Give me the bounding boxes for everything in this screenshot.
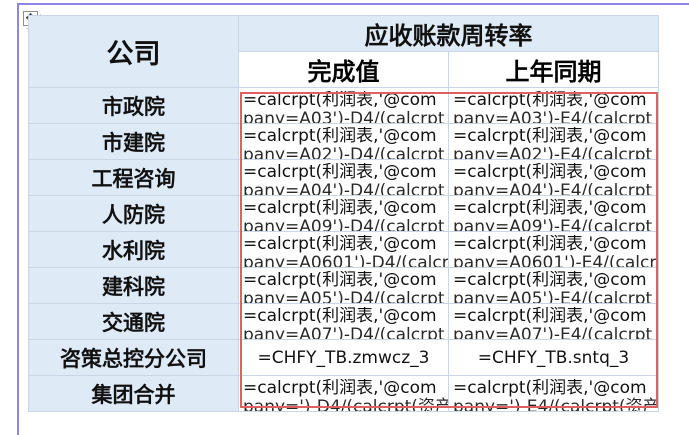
company-cell[interactable]: 咨策总控分公司 <box>28 339 239 376</box>
prior-formula-cell[interactable]: =calcrpt(利润表,'@com pany=A03')-E4/(calcrpt <box>448 87 659 124</box>
formula-line: pany=A04')-D4/(calcrpt <box>243 181 445 196</box>
formula-line: =calcrpt(利润表,'@com <box>453 199 647 218</box>
actual-formula-cell[interactable]: =calcrpt(利润表,'@com pany=A04')-D4/(calcrpt <box>238 159 449 196</box>
formula-line: =calcrpt(利润表,'@com <box>453 235 647 254</box>
formula-line: =calcrpt(利润表,'@com <box>453 307 647 326</box>
table-row: 工程咨询 =calcrpt(利润表,'@com pany=A04')-D4/(ca… <box>28 159 659 196</box>
table-row: 市政院 =calcrpt(利润表,'@com pany=A03')-D4/(cal… <box>28 87 659 124</box>
prior-formula-cell[interactable]: =calcrpt(利润表,'@com pany=A0601')-E4/(calcr… <box>448 231 659 268</box>
formula-line: pany=A05')-E4/(calcrpt <box>453 289 653 304</box>
actual-formula-cell[interactable]: =calcrpt(利润表,'@com pany=A02')-D4/(calcrpt <box>238 123 449 160</box>
table-row: 人防院 =calcrpt(利润表,'@com pany=A09')-D4/(cal… <box>28 195 659 232</box>
table-row: 咨策总控分公司 =CHFY_TB.zmwcz_3 =CHFY_TB.sntq_3 <box>28 339 659 376</box>
page-top-border <box>17 3 689 5</box>
formula-line: =calcrpt(利润表,'@com <box>243 199 437 218</box>
formula-line: pany=A0601')-D4/(calcrpt <box>243 253 448 268</box>
formula-line: pany=A03')-E4/(calcrpt <box>453 109 653 124</box>
formula-line: pany=A02')-D4/(calcrpt <box>243 145 445 160</box>
formula-line: pany=')-E4/(calcrpt(资产负 <box>453 397 658 412</box>
prior-formula-cell[interactable]: =calcrpt(利润表,'@com pany=A02')-E4/(calcrpt <box>448 123 659 160</box>
formula-line: =calcrpt(利润表,'@com <box>243 271 437 290</box>
formula-line: pany=A09')-D4/(calcrpt <box>243 217 445 232</box>
formula-line: pany=A07')-D4/(calcrpt <box>243 325 445 340</box>
table-row: 水利院 =calcrpt(利润表,'@com pany=A0601')-D4/(c… <box>28 231 659 268</box>
formula-line: =calcrpt(利润表,'@com <box>243 127 437 146</box>
prior-formula-cell[interactable]: =calcrpt(利润表,'@com pany=A04')-E4/(calcrpt <box>448 159 659 196</box>
company-cell[interactable]: 集团合并 <box>28 375 239 412</box>
actual-formula-cell[interactable]: =calcrpt(利润表,'@com pany=A0601')-D4/(calcr… <box>238 231 449 268</box>
company-cell[interactable]: 交通院 <box>28 303 239 340</box>
prior-year-header[interactable]: 上年同期 <box>448 51 659 88</box>
turnover-rate-header[interactable]: 应收账款周转率 <box>238 15 659 52</box>
formula-line: pany=A02')-E4/(calcrpt <box>453 145 653 160</box>
table-row: 集团合并 =calcrpt(利润表,'@com pany=')-D4/(calcr… <box>28 375 659 412</box>
actual-formula-cell[interactable]: =calcrpt(利润表,'@com pany=A05')-D4/(calcrpt <box>238 267 449 304</box>
company-header[interactable]: 公司 <box>28 15 239 88</box>
formula-line: pany=A09')-E4/(calcrpt <box>453 217 653 232</box>
actual-formula-cell[interactable]: =calcrpt(利润表,'@com pany=A07')-D4/(calcrpt <box>238 303 449 340</box>
formula-line: =calcrpt(利润表,'@com <box>453 127 647 146</box>
formula-line: =calcrpt(利润表,'@com <box>453 271 647 290</box>
formula-line: =calcrpt(利润表,'@com <box>453 379 647 398</box>
formula-line: pany=A03')-D4/(calcrpt <box>243 109 445 124</box>
company-cell[interactable]: 人防院 <box>28 195 239 232</box>
actual-formula-cell[interactable]: =calcrpt(利润表,'@com pany=A03')-D4/(calcrpt <box>238 87 449 124</box>
page-left-margin-line <box>17 3 19 435</box>
report-table: 公司 应收账款周转率 完成值 上年同期 市政院 =calcrpt(利润表,'@c… <box>28 15 659 412</box>
formula-line: =calcrpt(利润表,'@com <box>243 379 437 398</box>
formula-line: =calcrpt(利润表,'@com <box>243 91 437 110</box>
prior-formula-cell[interactable]: =calcrpt(利润表,'@com pany=A09')-E4/(calcrpt <box>448 195 659 232</box>
prior-formula-cell[interactable]: =CHFY_TB.sntq_3 <box>448 339 659 376</box>
table-row: 建科院 =calcrpt(利润表,'@com pany=A05')-D4/(cal… <box>28 267 659 304</box>
company-cell[interactable]: 市建院 <box>28 123 239 160</box>
formula-line: =calcrpt(利润表,'@com <box>453 91 647 110</box>
table-row: 交通院 =calcrpt(利润表,'@com pany=A07')-D4/(cal… <box>28 303 659 340</box>
table-row: 市建院 =calcrpt(利润表,'@com pany=A02')-D4/(cal… <box>28 123 659 160</box>
formula-line: =calcrpt(利润表,'@com <box>243 163 437 182</box>
formula-line: =calcrpt(利润表,'@com <box>243 235 437 254</box>
company-cell[interactable]: 建科院 <box>28 267 239 304</box>
prior-formula-cell[interactable]: =calcrpt(利润表,'@com pany=A05')-E4/(calcrpt <box>448 267 659 304</box>
formula-line: pany=A04')-E4/(calcrpt <box>453 181 653 196</box>
company-cell[interactable]: 工程咨询 <box>28 159 239 196</box>
formula-line: pany=')-D4/(calcrpt(资产负 <box>243 397 448 412</box>
actual-formula-cell[interactable]: =calcrpt(利润表,'@com pany=')-D4/(calcrpt(资产… <box>238 375 449 412</box>
prior-formula-cell[interactable]: =calcrpt(利润表,'@com pany=')-E4/(calcrpt(资产… <box>448 375 659 412</box>
formula-line: pany=A07')-E4/(calcrpt <box>453 325 653 340</box>
company-cell[interactable]: 水利院 <box>28 231 239 268</box>
formula-line: pany=A0601')-E4/(calcrpt <box>453 253 658 268</box>
formula-line: =calcrpt(利润表,'@com <box>243 307 437 326</box>
formula-line: =calcrpt(利润表,'@com <box>453 163 647 182</box>
actual-formula-cell[interactable]: =calcrpt(利润表,'@com pany=A09')-D4/(calcrpt <box>238 195 449 232</box>
company-cell[interactable]: 市政院 <box>28 87 239 124</box>
actual-value-header[interactable]: 完成值 <box>238 51 449 88</box>
actual-formula-cell[interactable]: =CHFY_TB.zmwcz_3 <box>238 339 449 376</box>
prior-formula-cell[interactable]: =calcrpt(利润表,'@com pany=A07')-E4/(calcrpt <box>448 303 659 340</box>
formula-line: pany=A05')-D4/(calcrpt <box>243 289 445 304</box>
